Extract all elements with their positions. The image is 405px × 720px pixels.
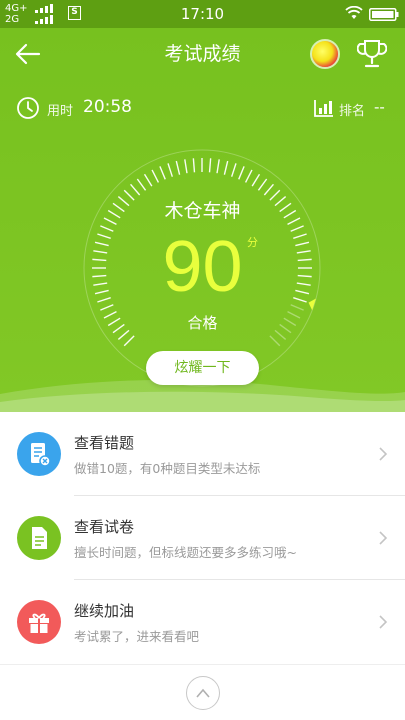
status-bar: 4G+ 2G S 17:10 bbox=[0, 0, 405, 28]
wrong-questions-icon bbox=[17, 432, 61, 476]
score-unit: 分 bbox=[247, 236, 258, 249]
gauge-tick bbox=[238, 166, 245, 180]
item-title: 查看错题 bbox=[74, 434, 135, 452]
gauge-tick bbox=[192, 158, 196, 173]
gauge-tick bbox=[257, 178, 268, 191]
bottom-bar bbox=[0, 664, 405, 720]
page-title: 考试成绩 bbox=[164, 43, 241, 65]
list-item-wrong-questions[interactable]: 查看错题 做错10题，有0种题目类型未达标 bbox=[0, 412, 405, 496]
trophy-icon[interactable] bbox=[357, 38, 387, 70]
rank[interactable]: 排名 -- bbox=[314, 96, 394, 122]
gauge-tick bbox=[208, 158, 212, 173]
gauge-tick bbox=[151, 169, 160, 183]
gauge-tick bbox=[251, 173, 261, 187]
chevron-right-icon bbox=[379, 447, 388, 461]
gauge-tick bbox=[223, 160, 229, 175]
pass-label: 合格 bbox=[187, 314, 218, 332]
gauge-tick bbox=[216, 159, 220, 174]
rank-value: -- bbox=[374, 98, 385, 116]
gauge-tick bbox=[244, 169, 253, 183]
item-desc: 考试累了，进来看看吧 bbox=[74, 629, 200, 644]
item-title: 查看试卷 bbox=[74, 518, 135, 536]
time-used-label: 用时 bbox=[47, 104, 74, 119]
gauge-tick bbox=[130, 183, 141, 196]
action-list: 查看错题 做错10题，有0种题目类型未达标 查看试卷 擅长时间题，但标线题还要多… bbox=[0, 412, 405, 664]
item-title: 继续加油 bbox=[74, 602, 135, 620]
gauge-tick bbox=[175, 160, 181, 175]
chevron-right-icon bbox=[379, 531, 388, 545]
clock-icon bbox=[17, 97, 39, 119]
list-item-exam-paper[interactable]: 查看试卷 擅长时间题，但标线题还要多多练习哦~ bbox=[0, 496, 405, 580]
score-value: 90 bbox=[162, 227, 243, 307]
list-item-keep-going[interactable]: 继续加油 考试累了，进来看看吧 bbox=[0, 580, 405, 664]
gauge-tick bbox=[269, 335, 281, 347]
gift-icon bbox=[17, 600, 61, 644]
bar-chart-icon bbox=[314, 100, 333, 117]
result-header: 考试成绩 用时 20:58 排名 -- 木仓车神 90 分 合格 炫耀一下 bbox=[0, 28, 405, 412]
gauge-tick bbox=[143, 173, 153, 187]
time-used-value: 20:58 bbox=[83, 97, 132, 117]
item-desc: 做错10题，有0种题目类型未达标 bbox=[74, 461, 261, 476]
honor-title: 木仓车神 bbox=[164, 200, 241, 222]
wifi-icon bbox=[345, 6, 363, 19]
chevron-up-icon bbox=[196, 688, 210, 698]
gauge-tick bbox=[159, 166, 166, 180]
exam-paper-icon bbox=[17, 516, 61, 560]
gauge-tick bbox=[263, 183, 274, 196]
battery-icon bbox=[369, 8, 399, 21]
scroll-up-button[interactable] bbox=[186, 676, 220, 710]
avatar[interactable] bbox=[310, 39, 340, 69]
gauge-tick bbox=[123, 335, 135, 347]
rank-label: 排名 bbox=[339, 104, 366, 119]
gauge-tick bbox=[136, 178, 147, 191]
gauge-tick bbox=[184, 159, 188, 174]
gauge-tick bbox=[230, 163, 237, 177]
item-desc: 擅长时间题，但标线题还要多多练习哦~ bbox=[74, 545, 297, 560]
share-button[interactable]: 炫耀一下 bbox=[146, 351, 259, 385]
gauge-tick bbox=[167, 163, 174, 177]
exam-result-page: 4G+ 2G S 17:10 考试成绩 用时 20:58 排名 -- 木仓车神 … bbox=[0, 0, 405, 720]
chevron-right-icon bbox=[379, 615, 388, 629]
